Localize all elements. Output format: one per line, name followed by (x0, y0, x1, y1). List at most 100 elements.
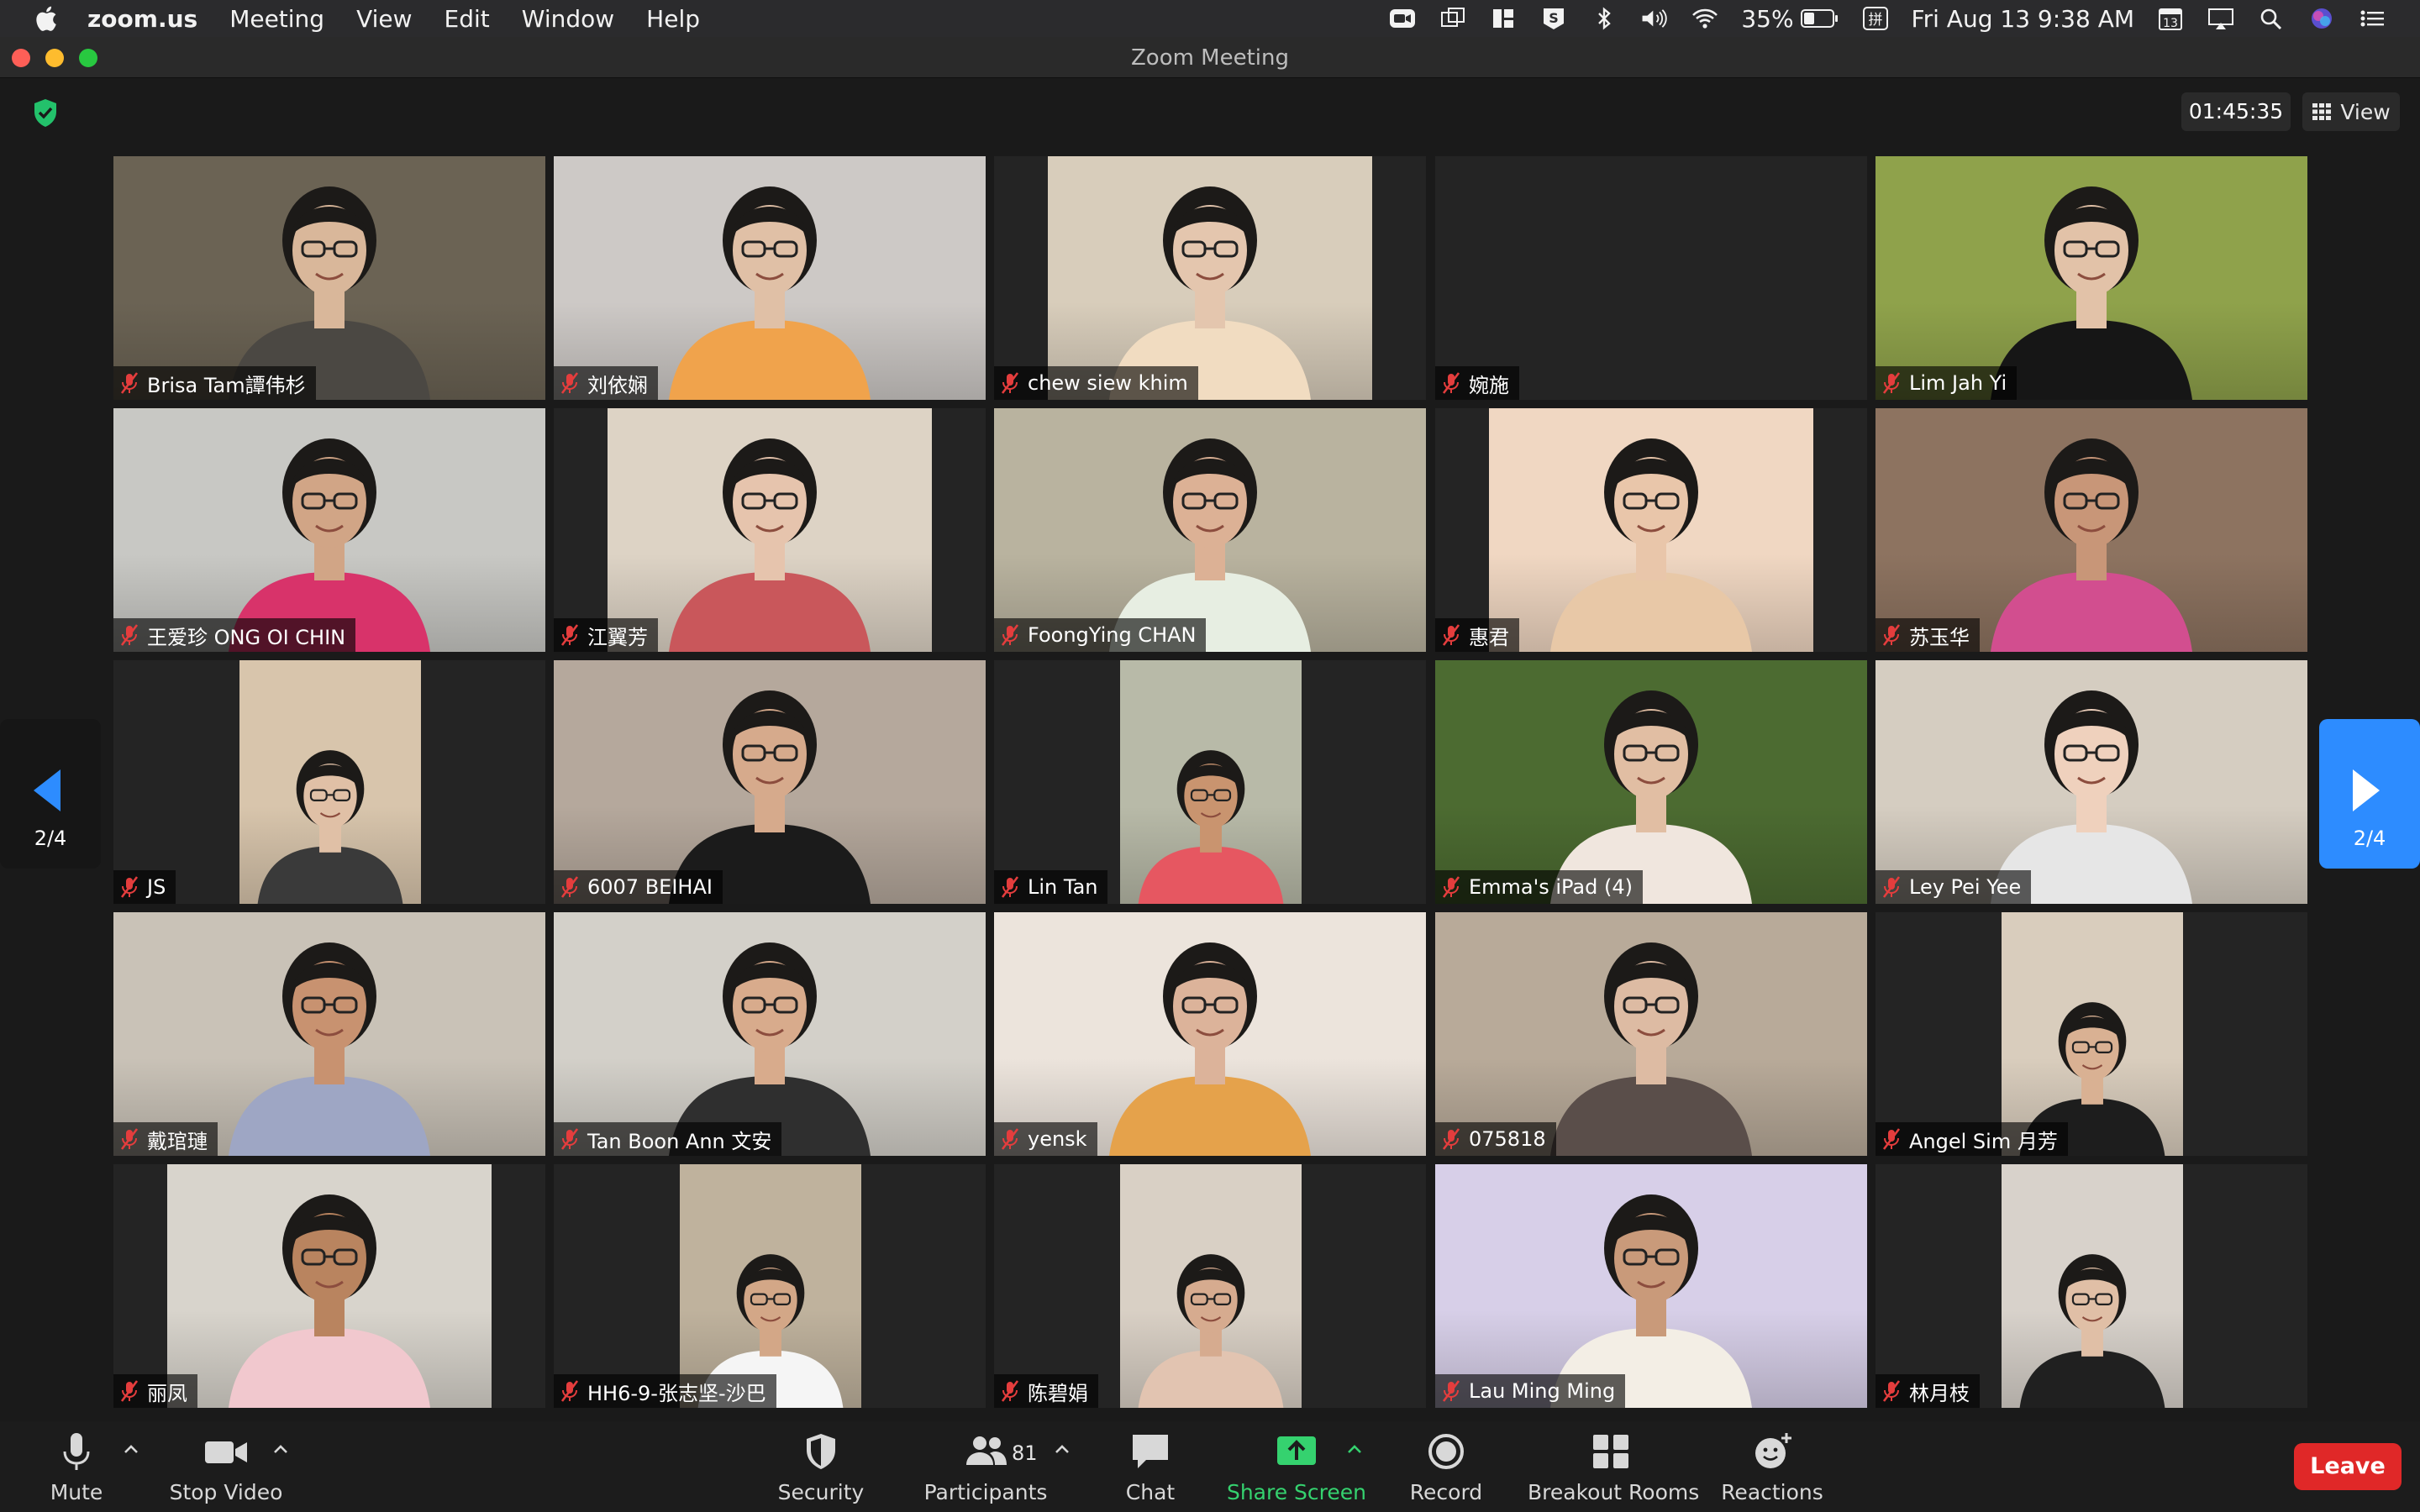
muted-microphone-icon (1882, 1380, 1901, 1402)
share-options-chevron-up-icon[interactable] (1346, 1443, 1363, 1455)
participant-name: 075818 (1469, 1127, 1546, 1151)
calendar-day: 13 (2163, 17, 2178, 30)
muted-microphone-icon (1442, 1128, 1460, 1150)
video-options-chevron-up-icon[interactable] (272, 1443, 289, 1455)
menu-meeting[interactable]: Meeting (229, 5, 324, 33)
bluetooth-icon[interactable] (1590, 6, 1618, 31)
meeting-toolbar: Mute Stop Video Security Participants 81… (0, 1421, 2420, 1512)
participant-tile[interactable]: FoongYing CHAN (994, 408, 1426, 652)
participant-tile[interactable]: Emma's iPad (4) (1435, 660, 1867, 904)
participant-tile[interactable]: HH6-9-张志坚-沙巴 (554, 1164, 986, 1408)
participant-name-tag: 戴琯璉 (113, 1122, 218, 1156)
encryption-shield-icon[interactable] (29, 96, 62, 129)
participant-video (994, 912, 1426, 1156)
participant-tile[interactable]: 苏玉华 (1876, 408, 2307, 652)
muted-microphone-icon (560, 1380, 579, 1402)
participant-tile[interactable]: 王爱珍 ONG OI CHIN (113, 408, 545, 652)
participant-name: Emma's iPad (4) (1469, 875, 1633, 899)
participant-tile[interactable]: Lau Ming Ming (1435, 1164, 1867, 1408)
muted-microphone-icon (1882, 372, 1901, 394)
participant-silhouette (1109, 942, 1311, 1156)
view-button[interactable]: View (2302, 92, 2400, 131)
participant-silhouette (669, 438, 871, 652)
participant-tile[interactable]: 戴琯璉 (113, 912, 545, 1156)
participant-name: Lim Jah Yi (1909, 371, 2007, 395)
breakout-rooms-button[interactable]: Breakout Rooms (1528, 1421, 1699, 1512)
siri-icon[interactable] (2307, 6, 2336, 31)
participant-name-tag: HH6-9-张志坚-沙巴 (554, 1374, 776, 1408)
participant-tile[interactable]: Tan Boon Ann 文安 (554, 912, 986, 1156)
participant-video (1876, 660, 2307, 904)
menu-view[interactable]: View (356, 5, 412, 33)
reactions-button[interactable]: Reactions (1721, 1421, 1823, 1512)
layout-icon[interactable] (1489, 6, 1518, 31)
security-button[interactable]: Security (778, 1421, 864, 1512)
participant-video (1876, 408, 2307, 652)
participant-name: Lau Ming Ming (1469, 1379, 1616, 1403)
participant-tile[interactable]: chew siew khim (994, 156, 1426, 400)
participant-tile[interactable]: 丽凤 (113, 1164, 545, 1408)
participant-tile[interactable]: yensk (994, 912, 1426, 1156)
muted-microphone-icon (120, 1128, 139, 1150)
participant-tile[interactable]: 刘依娴 (554, 156, 986, 400)
menu-edit[interactable]: Edit (445, 5, 490, 33)
participants-options-chevron-up-icon[interactable] (1054, 1443, 1071, 1455)
participant-tile[interactable]: JS (113, 660, 545, 904)
next-page-button[interactable]: 2/4 (2319, 719, 2420, 869)
menu-window[interactable]: Window (522, 5, 614, 33)
participant-name: HH6-9-张志坚-沙巴 (587, 1381, 766, 1405)
participant-tile[interactable]: Brisa Tam譚伟杉 (113, 156, 545, 400)
participant-tile[interactable]: Lin Tan (994, 660, 1426, 904)
previous-page-button[interactable]: 2/4 (0, 719, 101, 869)
mute-button[interactable]: Mute (44, 1421, 109, 1512)
input-method-icon[interactable]: 拼 (1861, 6, 1890, 31)
participant-tile[interactable]: 075818 (1435, 912, 1867, 1156)
participant-tile[interactable]: 惠君 (1435, 408, 1867, 652)
s-app-icon[interactable]: S (1539, 6, 1568, 31)
participant-video (1876, 156, 2307, 400)
wifi-icon[interactable] (1691, 6, 1719, 31)
airplay-icon[interactable] (2207, 6, 2235, 31)
battery-percent: 35% (1741, 4, 1794, 33)
participant-tile[interactable]: 6007 BEIHAI (554, 660, 986, 904)
window-title-bar[interactable]: Zoom Meeting (0, 37, 2420, 78)
calendar-icon[interactable]: 13 (2156, 6, 2185, 31)
notification-center-icon[interactable] (2358, 6, 2386, 31)
participant-tile[interactable]: 陈碧娟 (994, 1164, 1426, 1408)
participant-name: 6007 BEIHAI (587, 875, 713, 899)
apple-logo-icon[interactable] (32, 4, 59, 33)
screens-icon[interactable] (1439, 6, 1467, 31)
share-screen-button[interactable]: Share Screen (1227, 1421, 1366, 1512)
battery-indicator[interactable]: 35% (1741, 5, 1839, 33)
participant-silhouette (229, 186, 430, 400)
muted-microphone-icon (1001, 624, 1019, 646)
participant-tile[interactable]: 林月枝 (1876, 1164, 2307, 1408)
zoom-tray-icon[interactable] (1388, 6, 1417, 31)
participant-tile[interactable]: Angel Sim 月芳 (1876, 912, 2307, 1156)
participant-name-tag: 王爱珍 ONG OI CHIN (113, 618, 356, 652)
participant-name: 戴琯璉 (147, 1129, 208, 1153)
participant-tile[interactable]: Lim Jah Yi (1876, 156, 2307, 400)
menu-help[interactable]: Help (646, 5, 700, 33)
participant-name-tag: JS (113, 870, 176, 904)
leave-button[interactable]: Leave (2294, 1443, 2402, 1490)
participant-tile[interactable]: Ley Pei Yee (1876, 660, 2307, 904)
reactions-label: Reactions (1721, 1480, 1823, 1504)
mute-options-chevron-up-icon[interactable] (123, 1443, 139, 1455)
stop-video-button[interactable]: Stop Video (170, 1421, 282, 1512)
menu-app-name[interactable]: zoom.us (87, 5, 197, 33)
participant-tile[interactable]: 婉施 (1435, 156, 1867, 400)
volume-icon[interactable] (1640, 6, 1669, 31)
meeting-timer: 01:45:35 (2181, 92, 2291, 131)
muted-microphone-icon (1001, 1128, 1019, 1150)
participants-button[interactable]: Participants (924, 1421, 1047, 1512)
chat-button[interactable]: Chat (1118, 1421, 1183, 1512)
record-button[interactable]: Record (1410, 1421, 1482, 1512)
participant-name-tag: yensk (994, 1122, 1097, 1156)
participant-name-tag: 林月枝 (1876, 1374, 1980, 1408)
spotlight-search-icon[interactable] (2257, 6, 2286, 31)
participant-tile[interactable]: 江翼芳 (554, 408, 986, 652)
participant-name: JS (147, 875, 166, 899)
clock[interactable]: Fri Aug 13 9:38 AM (1912, 5, 2134, 33)
participant-silhouette (1991, 690, 2192, 904)
